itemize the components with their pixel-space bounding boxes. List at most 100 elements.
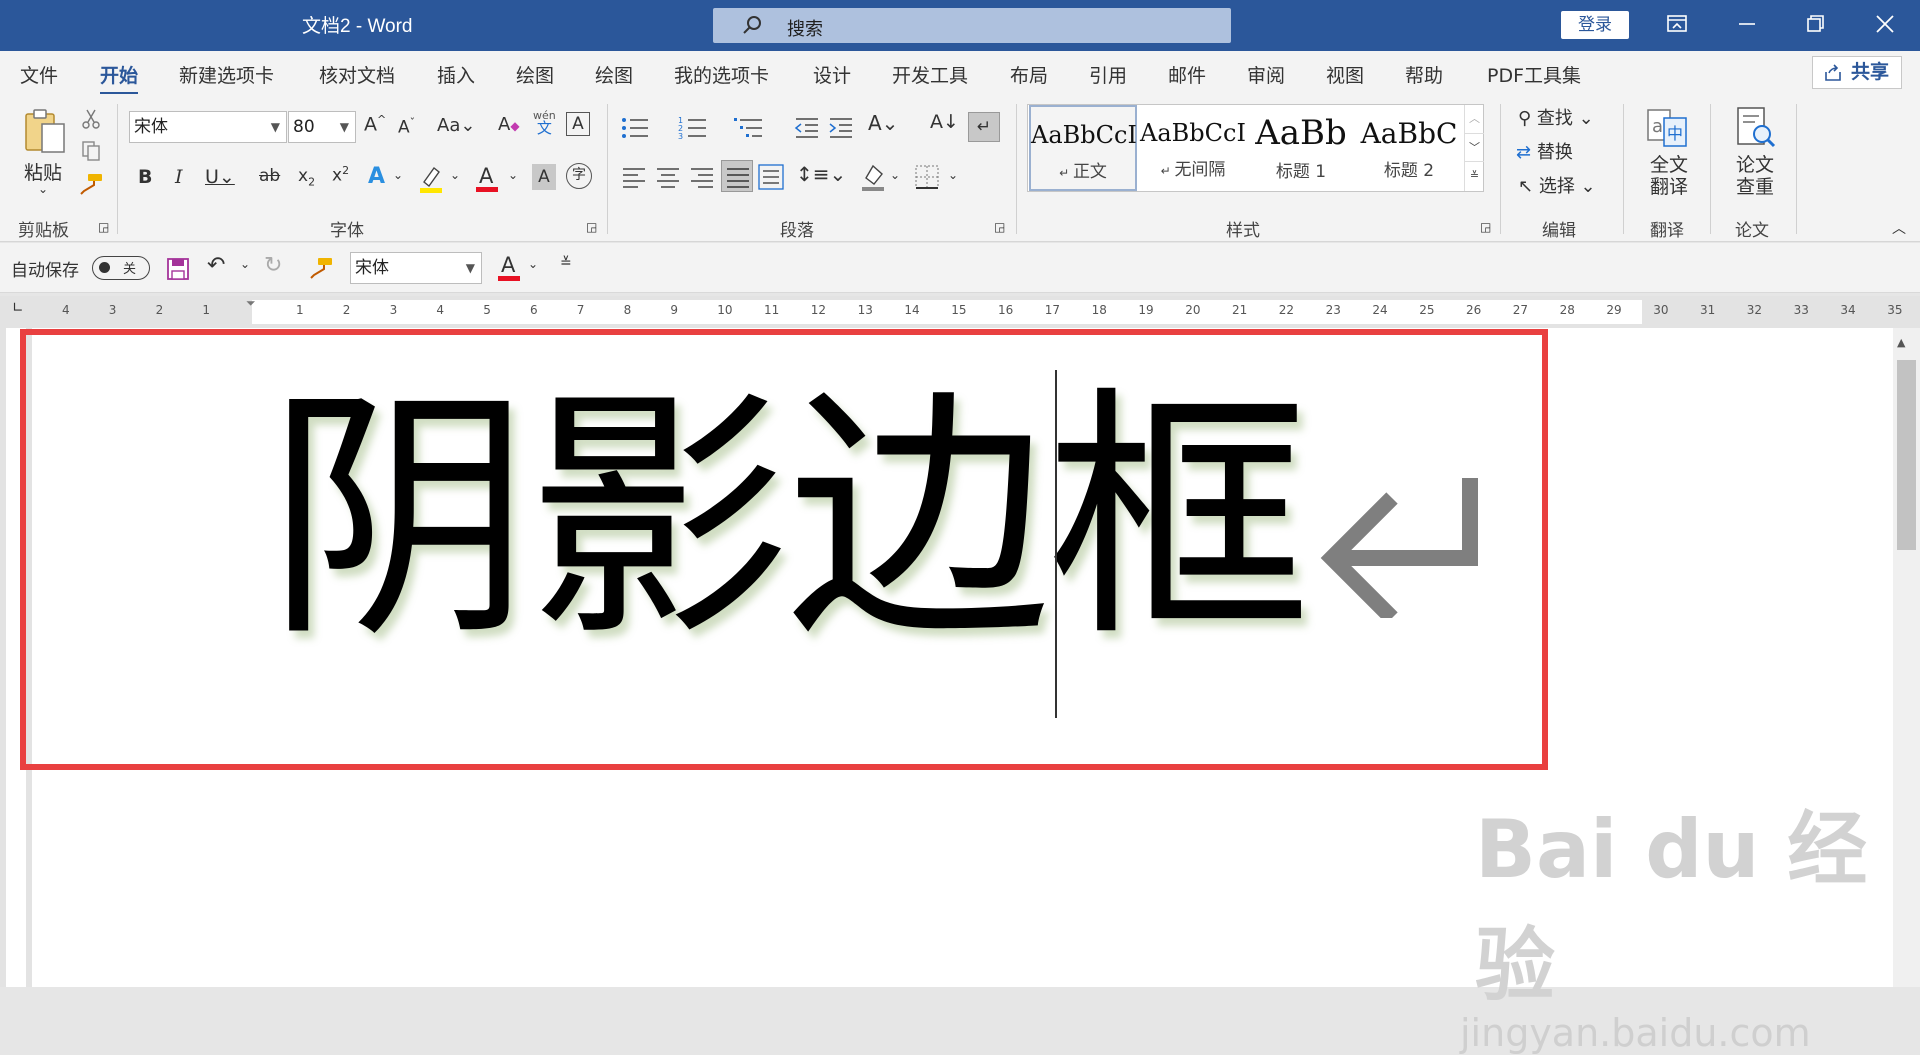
align-left-icon[interactable]: [622, 166, 646, 188]
asian-layout-icon[interactable]: A⌄: [868, 111, 898, 135]
borders-icon[interactable]: [914, 164, 940, 190]
copy-icon[interactable]: [80, 140, 102, 162]
italic-icon[interactable]: I: [175, 166, 183, 188]
horizontal-ruler[interactable]: ∟ 4 3 2 1 1 2 3 4 5 6 7 8 9 10 11 12 13 14 15 16 17 18 19 20 21 2…: [0, 296, 1920, 328]
indent-marker-icon[interactable]: ⏷: [246, 296, 256, 311]
font-launcher-icon[interactable]: ◲: [586, 220, 597, 234]
decrease-indent-icon[interactable]: [794, 116, 820, 140]
phonetic-guide-icon[interactable]: wén 文: [533, 109, 556, 136]
chevron-down-icon[interactable]: ⌄: [508, 168, 518, 182]
paste-label[interactable]: 粘贴: [24, 158, 62, 185]
paste-dropdown-icon[interactable]: ⌄: [38, 182, 48, 196]
font-size-combo[interactable]: 80 ▼: [288, 111, 356, 143]
highlight-color-icon[interactable]: [418, 164, 444, 194]
line-spacing-icon[interactable]: ↕≡⌄: [796, 162, 846, 186]
paragraph-launcher-icon[interactable]: ◲: [994, 220, 1005, 234]
chevron-down-icon[interactable]: ⌄: [240, 257, 250, 271]
grow-font-icon[interactable]: A^: [364, 113, 386, 135]
login-button[interactable]: 登录: [1561, 11, 1629, 39]
tab-review[interactable]: 审阅: [1247, 61, 1285, 88]
translate-icon[interactable]: a中: [1644, 106, 1690, 152]
tab-developer[interactable]: 开发工具: [892, 61, 968, 88]
tab-home[interactable]: 开始: [100, 61, 139, 95]
chevron-down-icon[interactable]: ⌄: [393, 168, 403, 182]
superscript-icon[interactable]: x2: [332, 164, 349, 186]
style-no-spacing[interactable]: AaBbCcI ↵ 无间隔: [1139, 105, 1247, 191]
paste-icon[interactable]: [22, 106, 68, 156]
undo-icon[interactable]: ↶: [207, 253, 225, 278]
numbering-icon[interactable]: 123: [678, 116, 708, 140]
customize-toolbar-icon[interactable]: ≚: [560, 255, 572, 271]
tab-new[interactable]: 新建选项卡: [179, 61, 274, 88]
full-translate-button[interactable]: 全文 翻译: [1650, 154, 1688, 198]
distributed-icon[interactable]: [758, 164, 784, 190]
tab-mailings[interactable]: 邮件: [1168, 61, 1206, 88]
tab-file[interactable]: 文件: [20, 61, 58, 88]
clear-format-icon[interactable]: A◆: [498, 114, 520, 135]
enclose-char-icon[interactable]: 字: [566, 163, 592, 189]
shrink-font-icon[interactable]: Aˇ: [398, 116, 415, 138]
replace-button[interactable]: ⇄ 替换: [1516, 138, 1573, 164]
scroll-up-arrow-icon[interactable]: ▲: [1897, 336, 1905, 349]
format-painter-icon[interactable]: [78, 172, 104, 196]
align-center-icon[interactable]: [656, 166, 680, 188]
autosave-toggle[interactable]: 关: [92, 256, 150, 280]
search-box[interactable]: 搜索: [713, 8, 1231, 43]
font-color-icon[interactable]: A: [474, 162, 500, 194]
collapse-ribbon-icon[interactable]: ︿: [1892, 218, 1906, 238]
tab-check-doc[interactable]: 核对文档: [319, 61, 395, 88]
tab-view[interactable]: 视图: [1326, 61, 1364, 88]
sort-icon[interactable]: A↓: [930, 111, 959, 133]
bullets-icon[interactable]: [620, 116, 650, 140]
paper-check-button[interactable]: 论文 查重: [1736, 154, 1774, 198]
select-button[interactable]: ↖ 选择 ⌄: [1518, 172, 1596, 198]
char-border-icon[interactable]: A: [566, 112, 590, 136]
scroll-down-icon[interactable]: ﹀: [1465, 133, 1484, 161]
ribbon-display-icon[interactable]: [1660, 9, 1694, 39]
qa-font-combo[interactable]: 宋体 ▼: [350, 252, 482, 284]
tab-stop-icon[interactable]: ∟: [12, 300, 24, 316]
tab-design[interactable]: 设计: [813, 61, 851, 88]
font-name-combo[interactable]: 宋体 ▼: [129, 111, 287, 143]
chevron-down-icon[interactable]: ⌄: [528, 257, 538, 271]
style-heading-1[interactable]: AaBb 标题 1: [1247, 105, 1355, 191]
tab-my-tab[interactable]: 我的选项卡: [674, 61, 769, 88]
subscript-icon[interactable]: x2: [298, 166, 315, 188]
bold-icon[interactable]: B: [138, 166, 152, 188]
shading-icon[interactable]: [860, 162, 886, 192]
styles-launcher-icon[interactable]: ◲: [1480, 220, 1491, 234]
tab-insert[interactable]: 插入: [437, 61, 475, 88]
style-heading-2[interactable]: AaBbC 标题 2: [1355, 105, 1463, 191]
multilevel-list-icon[interactable]: [734, 116, 764, 140]
format-painter-icon[interactable]: [308, 256, 334, 280]
redo-icon[interactable]: ↻: [264, 253, 282, 278]
save-icon[interactable]: [166, 257, 190, 281]
style-normal[interactable]: AaBbCcI ↵ 正文: [1029, 105, 1137, 191]
scroll-up-icon[interactable]: ︿: [1465, 105, 1484, 133]
close-icon[interactable]: [1868, 9, 1902, 39]
restore-icon[interactable]: [1798, 9, 1832, 39]
chevron-down-icon[interactable]: ⌄: [450, 168, 460, 182]
char-shading-icon[interactable]: A: [532, 164, 556, 190]
align-right-icon[interactable]: [690, 166, 714, 188]
tab-help[interactable]: 帮助: [1405, 61, 1443, 88]
show-marks-icon[interactable]: ↵: [968, 112, 1000, 142]
change-case-icon[interactable]: Aa⌄: [437, 115, 475, 136]
find-button[interactable]: ⚲ 查找 ⌄: [1518, 104, 1594, 130]
cut-icon[interactable]: [80, 108, 102, 130]
minimize-icon[interactable]: [1730, 9, 1764, 39]
underline-icon[interactable]: U⌄: [205, 166, 235, 188]
tab-pdf-tools[interactable]: PDF工具集: [1487, 61, 1581, 88]
more-styles-icon[interactable]: ≚: [1465, 161, 1484, 189]
tab-draw-2[interactable]: 绘图: [595, 61, 633, 88]
share-button[interactable]: 共享: [1812, 56, 1902, 89]
clipboard-launcher-icon[interactable]: ◲: [98, 220, 109, 234]
scrollbar-thumb[interactable]: [1897, 360, 1916, 550]
strikethrough-icon[interactable]: ab: [259, 166, 280, 186]
justify-button[interactable]: [721, 160, 753, 192]
chevron-down-icon[interactable]: ⌄: [948, 168, 958, 182]
tab-references[interactable]: 引用: [1089, 61, 1127, 88]
qa-font-color-icon[interactable]: A: [496, 251, 522, 283]
increase-indent-icon[interactable]: [828, 116, 854, 140]
tab-draw-1[interactable]: 绘图: [516, 61, 554, 88]
